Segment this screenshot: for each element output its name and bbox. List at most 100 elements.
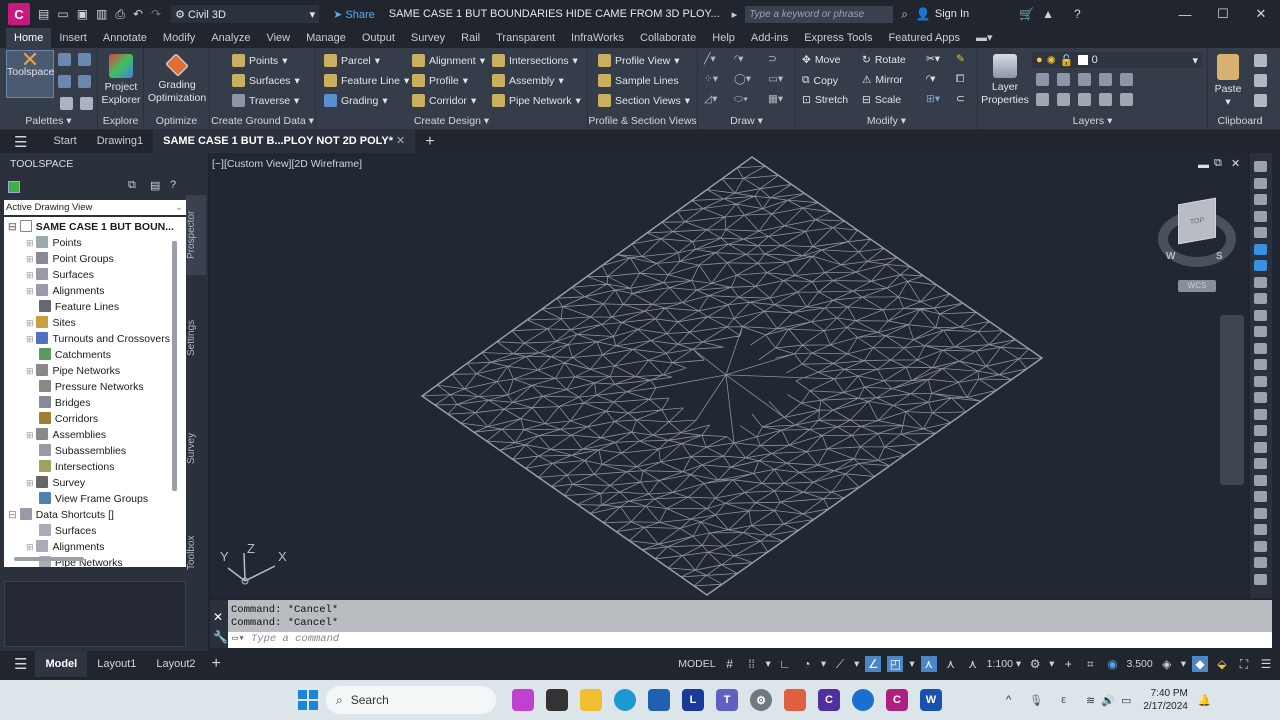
palettes-title[interactable]: Palettes ▾: [0, 114, 97, 128]
canva-app-icon[interactable]: C: [818, 689, 840, 711]
viewport-close-icon[interactable]: ✕: [1231, 157, 1240, 170]
isodraft-icon[interactable]: ⟋: [832, 656, 848, 672]
quick-properties-icon[interactable]: ◈: [1159, 656, 1175, 672]
polyline-icon[interactable]: ⊃: [768, 53, 777, 65]
language-icon[interactable]: ε: [1061, 694, 1066, 706]
tree-item[interactable]: ⊞ Alignments: [26, 283, 104, 299]
tab-featured-apps[interactable]: Featured Apps: [880, 28, 968, 48]
annotation-monitor-icon[interactable]: +: [1060, 656, 1076, 672]
object-snap-tracking-icon[interactable]: ∠: [865, 656, 882, 672]
tab-transparent[interactable]: Transparent: [488, 28, 563, 48]
trim-icon[interactable]: ✂▾: [926, 53, 940, 65]
expand-icon[interactable]: ⊞: [26, 542, 34, 552]
annotation-scale-select[interactable]: 1:100 ▾: [987, 658, 1021, 670]
tree-item[interactable]: Intersections: [26, 459, 114, 475]
point-icon[interactable]: ⁘▾: [704, 73, 718, 85]
layer-on-icon[interactable]: [1036, 93, 1049, 106]
scale-button[interactable]: ⊟ Scale: [862, 94, 901, 106]
terminal-app-icon[interactable]: [546, 689, 568, 711]
erase-icon[interactable]: ✎: [956, 53, 965, 65]
tab-collaborate[interactable]: Collaborate: [632, 28, 704, 48]
new-icon[interactable]: ▤: [38, 7, 49, 21]
layout-tab-layout1[interactable]: Layout1: [87, 651, 146, 677]
tool-palette-icon[interactable]: [1254, 243, 1267, 255]
layers-title[interactable]: Layers ▾: [978, 114, 1207, 128]
expand-icon[interactable]: ⊞: [26, 478, 34, 488]
expand-icon[interactable]: ⊞: [26, 286, 34, 296]
survey-icon[interactable]: [58, 75, 71, 88]
tab-manage[interactable]: Manage: [298, 28, 354, 48]
layer-lock-icon[interactable]: [1099, 73, 1112, 86]
save-as-icon[interactable]: ▥: [96, 7, 107, 21]
tab-express-tools[interactable]: Express Tools: [796, 28, 880, 48]
fillet-icon[interactable]: ◜▾: [926, 73, 935, 85]
tree-item[interactable]: ⊞ Pipe Networks: [26, 363, 120, 379]
customize-icon[interactable]: 🔧: [213, 630, 228, 644]
tool-palette-icon[interactable]: [1254, 491, 1267, 502]
notification-icon[interactable]: 🔔: [1198, 694, 1212, 707]
tree-item[interactable]: Surfaces: [26, 523, 96, 539]
modify-title[interactable]: Modify ▾: [796, 114, 977, 128]
help-search-input[interactable]: Type a keyword or phrase: [745, 5, 894, 23]
close-button[interactable]: ✕: [1242, 6, 1280, 22]
tree-item[interactable]: Feature Lines: [26, 299, 119, 315]
layout-menu-icon[interactable]: ☰: [14, 655, 27, 673]
layer-current-icon[interactable]: [1057, 93, 1070, 106]
tree-item[interactable]: ⊞ Alignments: [26, 539, 104, 555]
side-tab-toolbox[interactable]: Toolbox: [186, 513, 206, 593]
surfaces-button[interactable]: Surfaces ▾: [232, 74, 300, 87]
workspace-switch-icon[interactable]: ⚙: [1027, 656, 1043, 672]
section-views-button[interactable]: Section Views ▾: [598, 94, 690, 107]
undo-icon[interactable]: ↶: [133, 7, 143, 21]
tree-item[interactable]: View Frame Groups: [26, 491, 148, 507]
user-icon[interactable]: 👤: [916, 7, 931, 21]
profile-button[interactable]: Profile ▾: [412, 74, 468, 87]
create-ground-data-title[interactable]: Create Ground Data ▾: [210, 114, 315, 128]
layer-unlock-icon[interactable]: [1099, 93, 1112, 106]
view-select[interactable]: Active Drawing View ⌄: [4, 200, 186, 215]
microphone-icon[interactable]: 🎙: [1029, 694, 1043, 707]
tree-item[interactable]: Bridges: [26, 395, 91, 411]
isolate-objects-icon[interactable]: ⬙: [1214, 656, 1230, 672]
snap-icon[interactable]: ⁞⁞: [744, 656, 760, 672]
tool-palette-icon[interactable]: [1254, 260, 1267, 271]
feature-line-button[interactable]: Feature Line ▾: [324, 74, 409, 87]
tree-scrollbar[interactable]: [172, 241, 177, 491]
layout-tab-layout2[interactable]: Layout2: [146, 651, 205, 677]
grading-button[interactable]: Grading ▾: [324, 94, 388, 107]
corridor-button[interactable]: Corridor ▾: [412, 94, 476, 107]
tool-palette-icon[interactable]: [1254, 425, 1267, 436]
tool-palette-icon[interactable]: [1254, 210, 1267, 222]
create-design-title[interactable]: Create Design ▾: [316, 114, 587, 128]
l-app-icon[interactable]: L: [682, 689, 704, 711]
navigation-bar[interactable]: [1220, 315, 1244, 485]
alignment-button[interactable]: Alignment ▾: [412, 54, 485, 67]
file-explorer-app-icon[interactable]: [580, 689, 602, 711]
polar-icon[interactable]: ◔: [799, 656, 815, 672]
redo-icon[interactable]: ↷: [151, 7, 161, 21]
chevron-down-icon[interactable]: ▾: [854, 658, 859, 670]
clock[interactable]: 7:40 PM 2/17/2024: [1143, 687, 1188, 713]
tree-item[interactable]: Subassemblies: [26, 443, 126, 459]
model-space-toggle[interactable]: MODEL: [678, 658, 715, 670]
tab-view[interactable]: View: [258, 28, 298, 48]
copy-clip-icon[interactable]: [1254, 74, 1267, 87]
wcs-menu[interactable]: WCS: [1178, 280, 1216, 292]
copy-button[interactable]: ⧉ Copy: [802, 74, 838, 87]
expand-icon[interactable]: ⊞: [26, 334, 34, 344]
print-icon[interactable]: ⎙: [115, 7, 125, 22]
store-app-icon[interactable]: [648, 689, 670, 711]
minimize-button[interactable]: —: [1166, 7, 1204, 22]
line-icon[interactable]: ╱▾: [704, 53, 716, 65]
workspace-select[interactable]: ⚙ Civil 3D ▾: [171, 5, 320, 23]
viewport-restore-icon[interactable]: ⧉: [1214, 157, 1222, 170]
elevation-value[interactable]: 3.500: [1126, 658, 1152, 670]
tab-infraworks[interactable]: InfraWorks: [563, 28, 632, 48]
layer-freeze-icon[interactable]: [1078, 93, 1091, 106]
hatch-icon[interactable]: ▦▾: [768, 93, 783, 105]
command-recent-icon[interactable]: ▭▾: [228, 633, 245, 645]
tree-item[interactable]: Corridors: [26, 411, 98, 427]
chevron-down-icon[interactable]: ▾: [1181, 658, 1186, 670]
tree-item[interactable]: ⊞ Assemblies: [26, 427, 106, 443]
tool-palette-icon[interactable]: [1254, 161, 1267, 172]
